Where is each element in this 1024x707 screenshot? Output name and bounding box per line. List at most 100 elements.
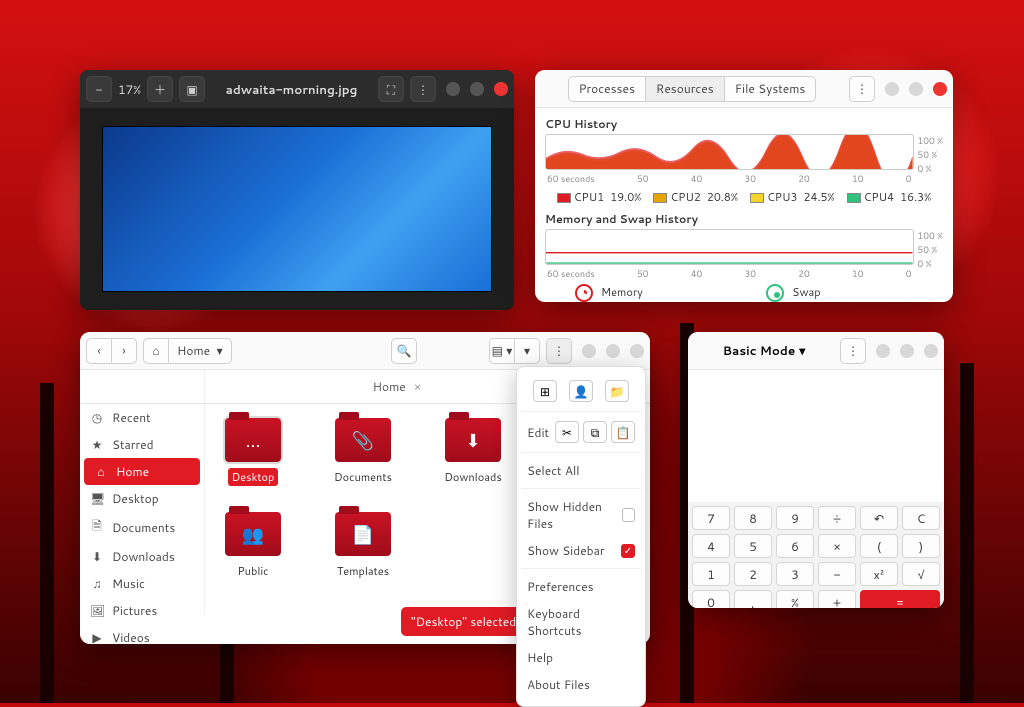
- sidebar-item-pictures[interactable]: 🖼 Pictures: [80, 597, 204, 624]
- key-8[interactable]: 8: [734, 506, 772, 530]
- folder-icon: 📄: [335, 512, 391, 556]
- zoom-fit-button[interactable]: ▣: [179, 76, 205, 102]
- tab-close-icon[interactable]: ×: [414, 378, 422, 395]
- folder-downloads[interactable]: ⬇ Downloads: [435, 418, 511, 486]
- keyboard-shortcuts-item[interactable]: Keyboard Shortcuts: [525, 600, 637, 644]
- key-×[interactable]: ×: [818, 534, 856, 558]
- tree-trunk: [40, 383, 54, 703]
- sidebar-item-videos[interactable]: ▶Videos: [80, 624, 204, 644]
- hamburger-menu-button[interactable]: ⋮: [840, 338, 866, 364]
- key-↶[interactable]: ↶: [860, 506, 898, 530]
- key-0[interactable]: 0: [692, 590, 730, 608]
- folder-desktop[interactable]: …Desktop: [215, 418, 291, 486]
- maximize-button[interactable]: [470, 82, 484, 96]
- key-3[interactable]: 3: [776, 562, 814, 586]
- minimize-button[interactable]: [582, 344, 596, 358]
- key-)[interactable]: ): [902, 534, 940, 558]
- folder-public[interactable]: 👥Public: [215, 512, 291, 580]
- new-folder-button[interactable]: 📁: [605, 380, 629, 402]
- select-all-item[interactable]: Select All: [525, 457, 637, 484]
- key-=[interactable]: =: [860, 590, 940, 608]
- key-5[interactable]: 5: [734, 534, 772, 558]
- paste-button[interactable]: 📋: [611, 421, 635, 443]
- key-+[interactable]: +: [818, 590, 856, 608]
- preferences-item[interactable]: Preferences: [525, 573, 637, 600]
- sidebar-icon: ◷: [90, 409, 104, 426]
- minimize-button[interactable]: [446, 82, 460, 96]
- sidebar-item-label: Pictures: [112, 602, 157, 619]
- image-viewer-header: − 17% ＋ ▣ adwaita-morning.jpg ⛶ ⋮: [80, 70, 514, 108]
- monitor-header: ProcessesResourcesFile Systems ⋮: [535, 70, 953, 108]
- show-sidebar-item[interactable]: Show Sidebar ✓: [525, 537, 637, 564]
- sidebar-item-home[interactable]: ⌂Home: [84, 458, 200, 485]
- key-√[interactable]: √: [902, 562, 940, 586]
- zoom-out-button[interactable]: −: [86, 76, 112, 102]
- sidebar-item-desktop[interactable]: 🖥Desktop: [80, 485, 204, 512]
- sidebar-icon: 🖼: [90, 602, 104, 619]
- swap-dot-icon: [766, 284, 784, 302]
- tab-processes[interactable]: Processes: [568, 76, 646, 102]
- memory-history-chart: [545, 229, 914, 265]
- show-hidden-files-item[interactable]: Show Hidden Files: [525, 493, 637, 537]
- new-tab-button[interactable]: 👤: [569, 380, 593, 402]
- calculator-mode-selector[interactable]: Basic Mode▾: [723, 342, 806, 359]
- sidebar-icon: ★: [90, 436, 104, 453]
- sidebar-item-downloads[interactable]: ⬇Downloads: [80, 543, 204, 570]
- forward-button[interactable]: ›: [111, 338, 137, 364]
- path-home-icon[interactable]: ⌂: [143, 338, 169, 364]
- hamburger-menu-button[interactable]: ⋮: [849, 76, 875, 102]
- view-options-button[interactable]: ▾: [514, 338, 540, 364]
- help-item[interactable]: Help: [525, 644, 637, 671]
- search-button[interactable]: 🔍: [391, 338, 417, 364]
- path-segment[interactable]: Home ▾: [168, 338, 232, 364]
- swap-label: Swap: [792, 284, 936, 300]
- key-÷[interactable]: ÷: [818, 506, 856, 530]
- sidebar-item-music[interactable]: ♫Music: [80, 570, 204, 597]
- key-7[interactable]: 7: [692, 506, 730, 530]
- key-6[interactable]: 6: [776, 534, 814, 558]
- maximize-button[interactable]: [606, 344, 620, 358]
- fullscreen-button[interactable]: ⛶: [378, 76, 404, 102]
- show-sidebar-checkbox[interactable]: ✓: [621, 544, 635, 558]
- key-([interactable]: (: [860, 534, 898, 558]
- key-9[interactable]: 9: [776, 506, 814, 530]
- close-button[interactable]: [933, 82, 947, 96]
- folder-documents[interactable]: 📎Documents: [325, 418, 401, 486]
- tab-resources[interactable]: Resources: [645, 76, 725, 102]
- about-files-item[interactable]: About Files: [525, 671, 637, 698]
- key-,[interactable]: ,: [734, 590, 772, 608]
- key-2[interactable]: 2: [734, 562, 772, 586]
- sidebar-item-documents[interactable]: 🗎Documents: [80, 512, 204, 543]
- folder-templates[interactable]: 📄Templates: [325, 512, 401, 580]
- new-window-button[interactable]: ⊞: [533, 380, 557, 402]
- key-−[interactable]: −: [818, 562, 856, 586]
- folder-icon: ⬇: [445, 418, 501, 462]
- folder-label: Public: [233, 562, 272, 580]
- key-%[interactable]: %: [776, 590, 814, 608]
- view-toggle-button[interactable]: ▤ ▾: [489, 338, 515, 364]
- key-1[interactable]: 1: [692, 562, 730, 586]
- memory-summary-row: Memory 1.9 GiB (33.5%) of 5.7 GiB Cache …: [545, 284, 943, 302]
- hamburger-menu-button[interactable]: ⋮: [410, 76, 436, 102]
- back-button[interactable]: ‹: [86, 338, 112, 364]
- key-x²[interactable]: x²: [860, 562, 898, 586]
- maximize-button[interactable]: [900, 344, 914, 358]
- folder-label: Downloads: [440, 468, 506, 486]
- sidebar-item-recent[interactable]: ◷Recent: [80, 404, 204, 431]
- key-4[interactable]: 4: [692, 534, 730, 558]
- sidebar-item-starred[interactable]: ★Starred: [80, 431, 204, 458]
- maximize-button[interactable]: [909, 82, 923, 96]
- minimize-button[interactable]: [876, 344, 890, 358]
- copy-button[interactable]: ⧉: [583, 421, 607, 443]
- tab-file-systems[interactable]: File Systems: [724, 76, 817, 102]
- hidden-files-checkbox[interactable]: [622, 508, 635, 522]
- close-button[interactable]: [630, 344, 644, 358]
- close-button[interactable]: [924, 344, 938, 358]
- cut-button[interactable]: ✂: [555, 421, 579, 443]
- zoom-in-button[interactable]: ＋: [147, 76, 173, 102]
- minimize-button[interactable]: [885, 82, 899, 96]
- key-C[interactable]: C: [902, 506, 940, 530]
- hamburger-menu-button[interactable]: ⋮: [546, 338, 572, 364]
- calculator-display[interactable]: [688, 370, 944, 502]
- close-button[interactable]: [494, 82, 508, 96]
